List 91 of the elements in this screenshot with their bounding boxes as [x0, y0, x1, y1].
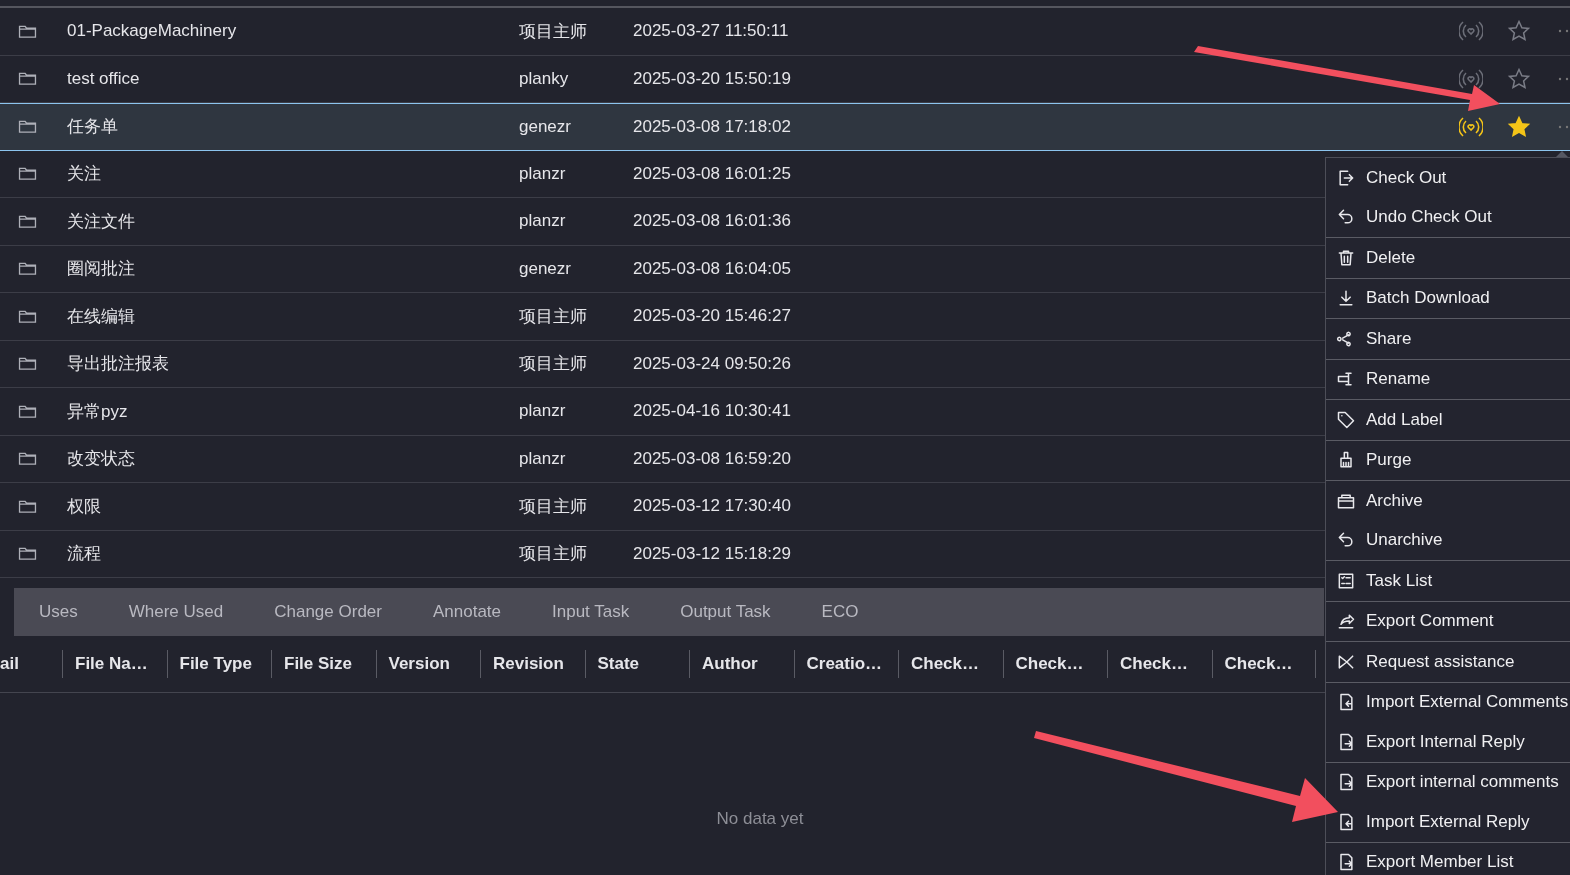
folder-icon: [18, 261, 37, 277]
folder-name: 导出批注报表: [67, 353, 170, 376]
owner-name: genezr: [519, 116, 572, 137]
owner-name: 项目主师: [519, 20, 588, 43]
folder-icon: [18, 403, 37, 419]
owner-name: planky: [519, 68, 570, 89]
column-header[interactable]: Check…: [1107, 650, 1212, 678]
folder-name: 任务单: [67, 116, 119, 139]
column-header[interactable]: Creatio…: [793, 650, 898, 678]
modified-date: 2025-03-27 11:50:11: [633, 21, 789, 42]
tab[interactable]: Uses: [39, 602, 78, 622]
broadcast-icon[interactable]: [1459, 114, 1483, 139]
folder-icon: [18, 71, 37, 87]
folder-name: 01-PackageMachinery: [67, 21, 238, 42]
menu-item[interactable]: Import External Reply: [1326, 802, 1570, 842]
menu-item[interactable]: Export Comment: [1326, 601, 1570, 641]
more-icon[interactable]: [1558, 124, 1570, 129]
owner-name: 项目主师: [519, 353, 588, 376]
broadcast-icon[interactable]: [1459, 66, 1483, 91]
column-header[interactable]: Revision: [480, 650, 585, 678]
folder-name: 关注文件: [67, 210, 136, 233]
owner-name: planzr: [519, 448, 567, 469]
modified-date: 2025-03-08 16:04:05: [633, 258, 791, 279]
owner-name: planzr: [519, 401, 567, 422]
column-header[interactable]: State: [584, 650, 689, 678]
more-icon[interactable]: [1558, 29, 1570, 34]
owner-name: planzr: [519, 163, 567, 184]
menu-item-icon: [1336, 409, 1356, 430]
folder-name: 在线编辑: [67, 305, 136, 328]
empty-message: No data yet: [716, 809, 804, 829]
folder-name: test office: [67, 68, 141, 89]
column-header[interactable]: File Type: [166, 650, 271, 678]
menu-item[interactable]: Archive: [1326, 481, 1570, 521]
folder-name: 圈阅批注: [67, 258, 136, 281]
column-header[interactable]: File Size: [271, 650, 376, 678]
star-icon[interactable]: [1507, 114, 1531, 139]
menu-item[interactable]: Export Internal Reply: [1326, 722, 1570, 762]
menu-item[interactable]: Request assistance: [1326, 642, 1570, 682]
folder-icon: [18, 119, 37, 135]
folder-name: 关注: [67, 163, 102, 186]
folder-name: 权限: [67, 495, 102, 518]
folder-icon: [18, 356, 37, 372]
more-icon[interactable]: [1558, 76, 1570, 81]
tab[interactable]: Output Task: [680, 602, 771, 622]
tab[interactable]: Change Order: [274, 602, 382, 622]
owner-name: 项目主师: [519, 543, 588, 566]
folder-name: 改变状态: [67, 448, 136, 471]
folder-icon: [18, 166, 37, 182]
folder-icon: [18, 451, 37, 467]
owner-name: genezr: [519, 258, 572, 279]
modified-date: 2025-03-24 09:50:26: [633, 353, 791, 374]
menu-item[interactable]: Purge: [1326, 440, 1570, 480]
modified-date: 2025-03-20 15:50:19: [633, 68, 791, 89]
tab[interactable]: Input Task: [552, 602, 630, 622]
modified-date: 2025-03-12 17:30:40: [633, 496, 791, 517]
folder-name: 异常pyz: [67, 400, 129, 423]
column-header[interactable]: ail: [0, 650, 62, 678]
column-header[interactable]: Check…: [898, 650, 1003, 678]
folder-icon: [18, 498, 37, 514]
modified-date: 2025-03-12 15:18:29: [633, 543, 791, 564]
folder-name: 流程: [67, 543, 102, 566]
star-icon[interactable]: [1507, 66, 1531, 91]
modified-date: 2025-03-08 16:59:20: [633, 448, 791, 469]
column-header[interactable]: Check…: [1002, 650, 1107, 678]
folder-icon: [18, 213, 37, 229]
modified-date: 2025-03-08 17:18:02: [633, 116, 791, 137]
tab[interactable]: Annotate: [432, 602, 501, 622]
modified-date: 2025-03-08 16:01:25: [633, 163, 791, 184]
star-icon[interactable]: [1507, 19, 1531, 44]
menu-item[interactable]: Export Member List: [1326, 842, 1570, 875]
folder-icon: [18, 308, 37, 324]
owner-name: planzr: [519, 211, 567, 232]
menu-item[interactable]: Undo Check Out: [1326, 197, 1570, 237]
owner-name: 项目主师: [519, 495, 588, 518]
file-row[interactable]: 任务单 genezr 2025-03-08 17:18:02: [0, 103, 1570, 151]
modified-date: 2025-03-08 16:01:36: [633, 211, 791, 232]
owner-name: 项目主师: [519, 305, 588, 328]
folder-icon: [18, 546, 37, 562]
column-header[interactable]: File Na…: [62, 650, 167, 678]
column-header[interactable]: Check…: [1211, 650, 1316, 678]
modified-date: 2025-04-16 10:30:41: [633, 401, 791, 422]
menu-item[interactable]: Export internal comments: [1326, 762, 1570, 802]
column-header[interactable]: Version: [375, 650, 480, 678]
modified-date: 2025-03-20 15:46:27: [633, 306, 791, 327]
folder-icon: [18, 23, 37, 39]
broadcast-icon[interactable]: [1459, 19, 1483, 44]
tab[interactable]: Where Used: [128, 602, 224, 622]
column-header[interactable]: Author: [689, 650, 794, 678]
menu-item[interactable]: Import External Comments: [1326, 682, 1570, 722]
tab[interactable]: ECO: [821, 602, 859, 622]
menu-item[interactable]: Check Out: [1326, 158, 1570, 198]
